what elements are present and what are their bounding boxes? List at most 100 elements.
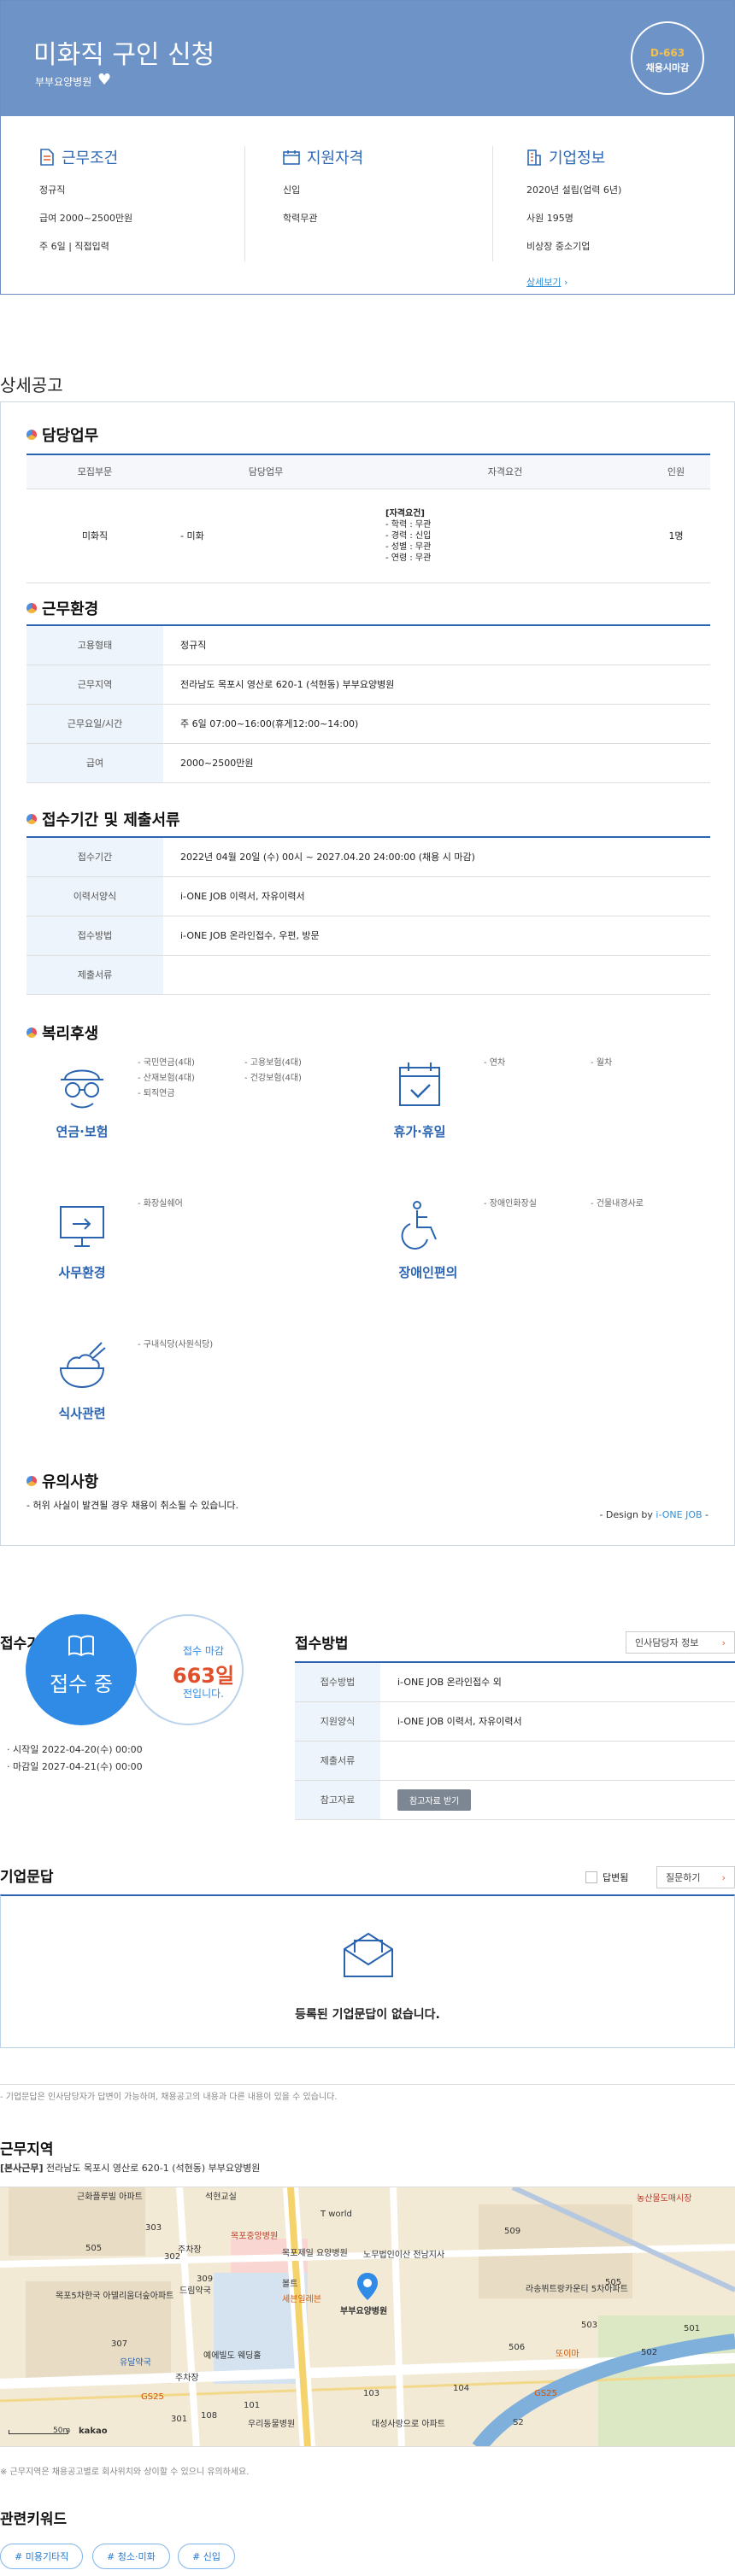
map-label: 근화플루빌 아파트	[77, 2193, 143, 2202]
table-header-row: 모집부문 담당업무 자격요건 인원	[26, 454, 710, 489]
row-value: 2022년 04월 20일 (수) 00시 ~ 2027.04.20 24:00…	[163, 837, 710, 877]
welfare-item: 장애인편의 - 장애인화장실 - 건물내경사로	[381, 1197, 706, 1316]
map-label: 309	[197, 2274, 214, 2284]
divider	[0, 2084, 735, 2085]
notice-title-text: 유의사항	[42, 1473, 99, 1491]
section-bullet-icon	[26, 814, 37, 824]
keyword-tag[interactable]: # 신입	[178, 2544, 235, 2569]
map-background	[0, 2187, 735, 2446]
qual-cell: [자격요건] - 학력 : 무관 - 경력 : 신입 - 성별 : 무관 - 연…	[368, 489, 642, 583]
qa-empty-box: 등록된 기업문답이 없습니다.	[0, 1894, 735, 2048]
map-label: 108	[201, 2411, 218, 2421]
map-label: 주차장	[178, 2245, 202, 2255]
row-key: 이력서양식	[26, 876, 163, 916]
ask-question-button[interactable]: 질문하기 ›	[656, 1866, 735, 1888]
detail-content: 담당업무 모집부문 담당업무 자격요건 인원 미화직 - 미화 [자격요건] -…	[0, 401, 735, 1546]
row-value: 주 6일 07:00~16:00(휴게12:00~14:00)	[163, 704, 710, 744]
hr-info-button[interactable]: 인사담당자 정보 ›	[626, 1631, 735, 1654]
section-bullet-icon	[26, 1027, 37, 1038]
duty-section-title: 담당업무	[26, 424, 98, 446]
table-row: 근무요일/시간 주 6일 07:00~16:00(휴게12:00~14:00)	[26, 704, 710, 744]
work-address: [본사근무] 전라남도 목포시 영산로 620-1 (석현동) 부부요양병원	[0, 2161, 260, 2175]
map-label: 목포5차한국 아델리움더숲아파트	[56, 2292, 174, 2301]
dday-badge: D-663 채용시마감	[631, 21, 704, 95]
map-label: 볼트	[282, 2280, 298, 2289]
row-value	[380, 1741, 735, 1781]
map-label: 예에빌도 웨딩홀	[203, 2351, 262, 2361]
chevron-right-icon: ›	[721, 1636, 726, 1648]
welfare-entry: - 화장실쉐어	[138, 1199, 183, 1209]
welfare-entry: - 연차	[484, 1058, 506, 1068]
row-key: 급여	[26, 743, 163, 783]
row-key: 근무지역	[26, 664, 163, 705]
environment-title-text: 근무환경	[42, 600, 99, 618]
keyword-tag[interactable]: # 청소·미화	[92, 2544, 170, 2569]
company-name[interactable]: 부부요양병원	[35, 74, 91, 89]
map-label: 505	[85, 2244, 103, 2253]
map-label: GS25	[534, 2389, 557, 2398]
welfare-entry: - 월차	[591, 1058, 613, 1068]
reference-download-button[interactable]: 참고자료 받기	[397, 1789, 472, 1811]
qual-line: - 연령 : 무관	[385, 553, 432, 563]
environment-section-title: 근무환경	[26, 597, 98, 619]
answered-filter[interactable]: 답변됨	[585, 1871, 628, 1884]
work-conditions-title: 근무조건	[62, 149, 119, 167]
welfare-list: - 연차 - 월차	[484, 1056, 697, 1071]
design-credit-brand[interactable]: i-ONE JOB	[656, 1509, 702, 1520]
map-label: 주차장	[175, 2374, 199, 2383]
address-text: 전라남도 목포시 영산로 620-1 (석현동) 부부요양병원	[43, 2163, 261, 2174]
row-value	[163, 955, 710, 995]
deadline-circle: 접수 마감 663일 전입니다.	[132, 1614, 244, 1725]
submit-title-text: 접수기간 및 제출서류	[42, 811, 180, 829]
location-footnote: ※ 근무지역은 채용공고별로 회사위치와 상이할 수 있으니 유의하세요.	[0, 2468, 250, 2477]
table-row: 제출서류	[26, 955, 710, 995]
column-header: 모집부문	[26, 454, 163, 489]
row-value: 참고자료 받기	[380, 1780, 735, 1820]
job-header: 미화직 구인 신청 부부요양병원 ♥ D-663 채용시마감 근무조건 정규직 …	[0, 0, 735, 295]
start-date: · 시작일 2022-04-20(수) 00:00	[7, 1744, 143, 1755]
welfare-name: 연금·보험	[56, 1124, 109, 1139]
location-map[interactable]: 근화플루빌 아파트 석현교실 T world 목포중앙병원 목포제일 요양병원 …	[0, 2187, 735, 2447]
map-label: 드림약국	[179, 2286, 211, 2296]
address-prefix: [본사근무]	[0, 2163, 44, 2174]
method-title: 접수방법	[295, 1636, 349, 1653]
qual-line: [자격요건]	[385, 508, 425, 518]
company-info-title: 기업정보	[549, 149, 606, 167]
map-label: 302	[164, 2252, 181, 2262]
qual-line: - 성별 : 무관	[385, 542, 432, 552]
table-row: 근무지역 전라남도 목포시 영산로 620-1 (석현동) 부부요양병원	[26, 664, 710, 705]
row-value: i-ONE JOB 온라인접수, 우편, 방문	[163, 916, 710, 956]
heart-icon[interactable]: ♥	[97, 71, 111, 89]
map-label: 목포중앙병원	[231, 2232, 279, 2241]
status-circle: 접수 중	[26, 1614, 137, 1725]
method-table: 접수방법 i-ONE JOB 온라인접수 외 지원양식 i-ONE JOB 이력서,…	[295, 1661, 735, 1820]
end-date: · 마감일 2027-04-21(수) 00:00	[7, 1761, 143, 1772]
map-pin-icon[interactable]	[357, 2273, 378, 2300]
company-details-link[interactable]: 상세보기	[526, 277, 561, 288]
table-row: 지원양식 i-ONE JOB 이력서, 자유이력서	[295, 1701, 735, 1742]
map-label: 502	[641, 2348, 658, 2357]
map-label: 석현교실	[205, 2193, 237, 2202]
submit-section-title: 접수기간 및 제출서류	[26, 808, 180, 830]
qualifications: 지원자격 신입 학력무관	[283, 146, 497, 261]
design-credit-text: - Design by	[599, 1509, 656, 1520]
chevron-right-icon: ›	[563, 277, 568, 288]
ask-question-label: 질문하기	[666, 1872, 701, 1883]
map-label: 우리동물병원	[248, 2420, 296, 2429]
welfare-entry: - 고용보험(4대)	[244, 1058, 302, 1068]
dept-cell: 미화직	[26, 489, 163, 583]
map-label: 509	[504, 2227, 521, 2236]
map-label: 501	[684, 2324, 701, 2333]
calendar-icon	[283, 150, 300, 165]
welfare-section-title: 복리후생	[26, 1022, 98, 1044]
keyword-tag[interactable]: # 미용기타직	[0, 2544, 84, 2569]
welfare-entry: - 산재보험(4대)	[138, 1074, 195, 1083]
welfare-item: 식사관련 - 구내식당(사원식당)	[44, 1338, 368, 1457]
table-row: 제출서류	[295, 1741, 735, 1781]
answered-checkbox[interactable]	[585, 1871, 597, 1883]
row-key: 지원양식	[295, 1701, 380, 1742]
company-line: 사원 195명	[526, 213, 573, 224]
row-key: 제출서류	[26, 955, 163, 995]
dday-number: D-663	[650, 47, 685, 59]
welfare-name: 사무환경	[58, 1265, 106, 1280]
